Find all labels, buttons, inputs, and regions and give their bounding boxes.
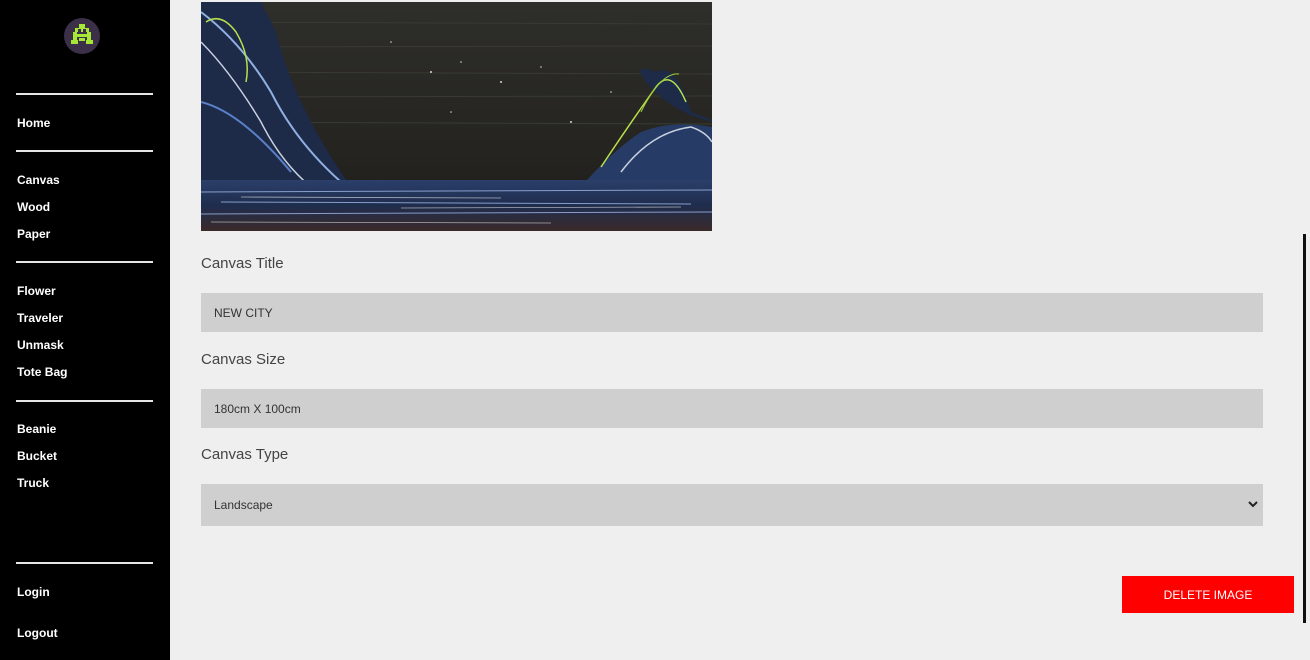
- canvas-type-label: Canvas Type: [201, 446, 289, 463]
- chevron-down-icon: [1248, 501, 1258, 508]
- artwork-image: [201, 2, 712, 231]
- sidebar-divider: [16, 93, 153, 95]
- nav-tote-bag[interactable]: Tote Bag: [17, 365, 67, 379]
- sidebar: Home Canvas Wood Paper Flower Traveler U…: [0, 0, 170, 660]
- delete-image-button[interactable]: DELETE IMAGE: [1122, 576, 1294, 613]
- canvas-size-label: Canvas Size: [201, 351, 286, 368]
- canvas-type-select[interactable]: Landscape: [201, 484, 1263, 526]
- nav-home[interactable]: Home: [17, 116, 50, 130]
- scrollbar[interactable]: [1303, 234, 1306, 623]
- nav-bucket[interactable]: Bucket: [17, 449, 57, 463]
- nav-wood[interactable]: Wood: [17, 200, 50, 214]
- sidebar-divider: [16, 562, 153, 564]
- sidebar-divider: [16, 261, 153, 263]
- space-invader-icon: [71, 24, 93, 44]
- nav-traveler[interactable]: Traveler: [17, 311, 63, 325]
- nav-logout[interactable]: Logout: [17, 626, 58, 640]
- nav-paper[interactable]: Paper: [17, 227, 50, 241]
- nav-canvas[interactable]: Canvas: [17, 173, 60, 187]
- nav-beanie[interactable]: Beanie: [17, 422, 56, 436]
- sidebar-divider: [16, 400, 153, 402]
- nav-flower[interactable]: Flower: [17, 284, 56, 298]
- logo[interactable]: [64, 18, 100, 54]
- canvas-size-input[interactable]: 180cm X 100cm: [201, 389, 1263, 428]
- nav-truck[interactable]: Truck: [17, 476, 49, 490]
- nav-login[interactable]: Login: [17, 585, 50, 599]
- canvas-type-selected-value: Landscape: [214, 498, 273, 512]
- nav-unmask[interactable]: Unmask: [17, 338, 64, 352]
- canvas-title-input[interactable]: NEW CITY: [201, 293, 1263, 332]
- canvas-title-label: Canvas Title: [201, 255, 284, 272]
- sidebar-divider: [16, 150, 153, 152]
